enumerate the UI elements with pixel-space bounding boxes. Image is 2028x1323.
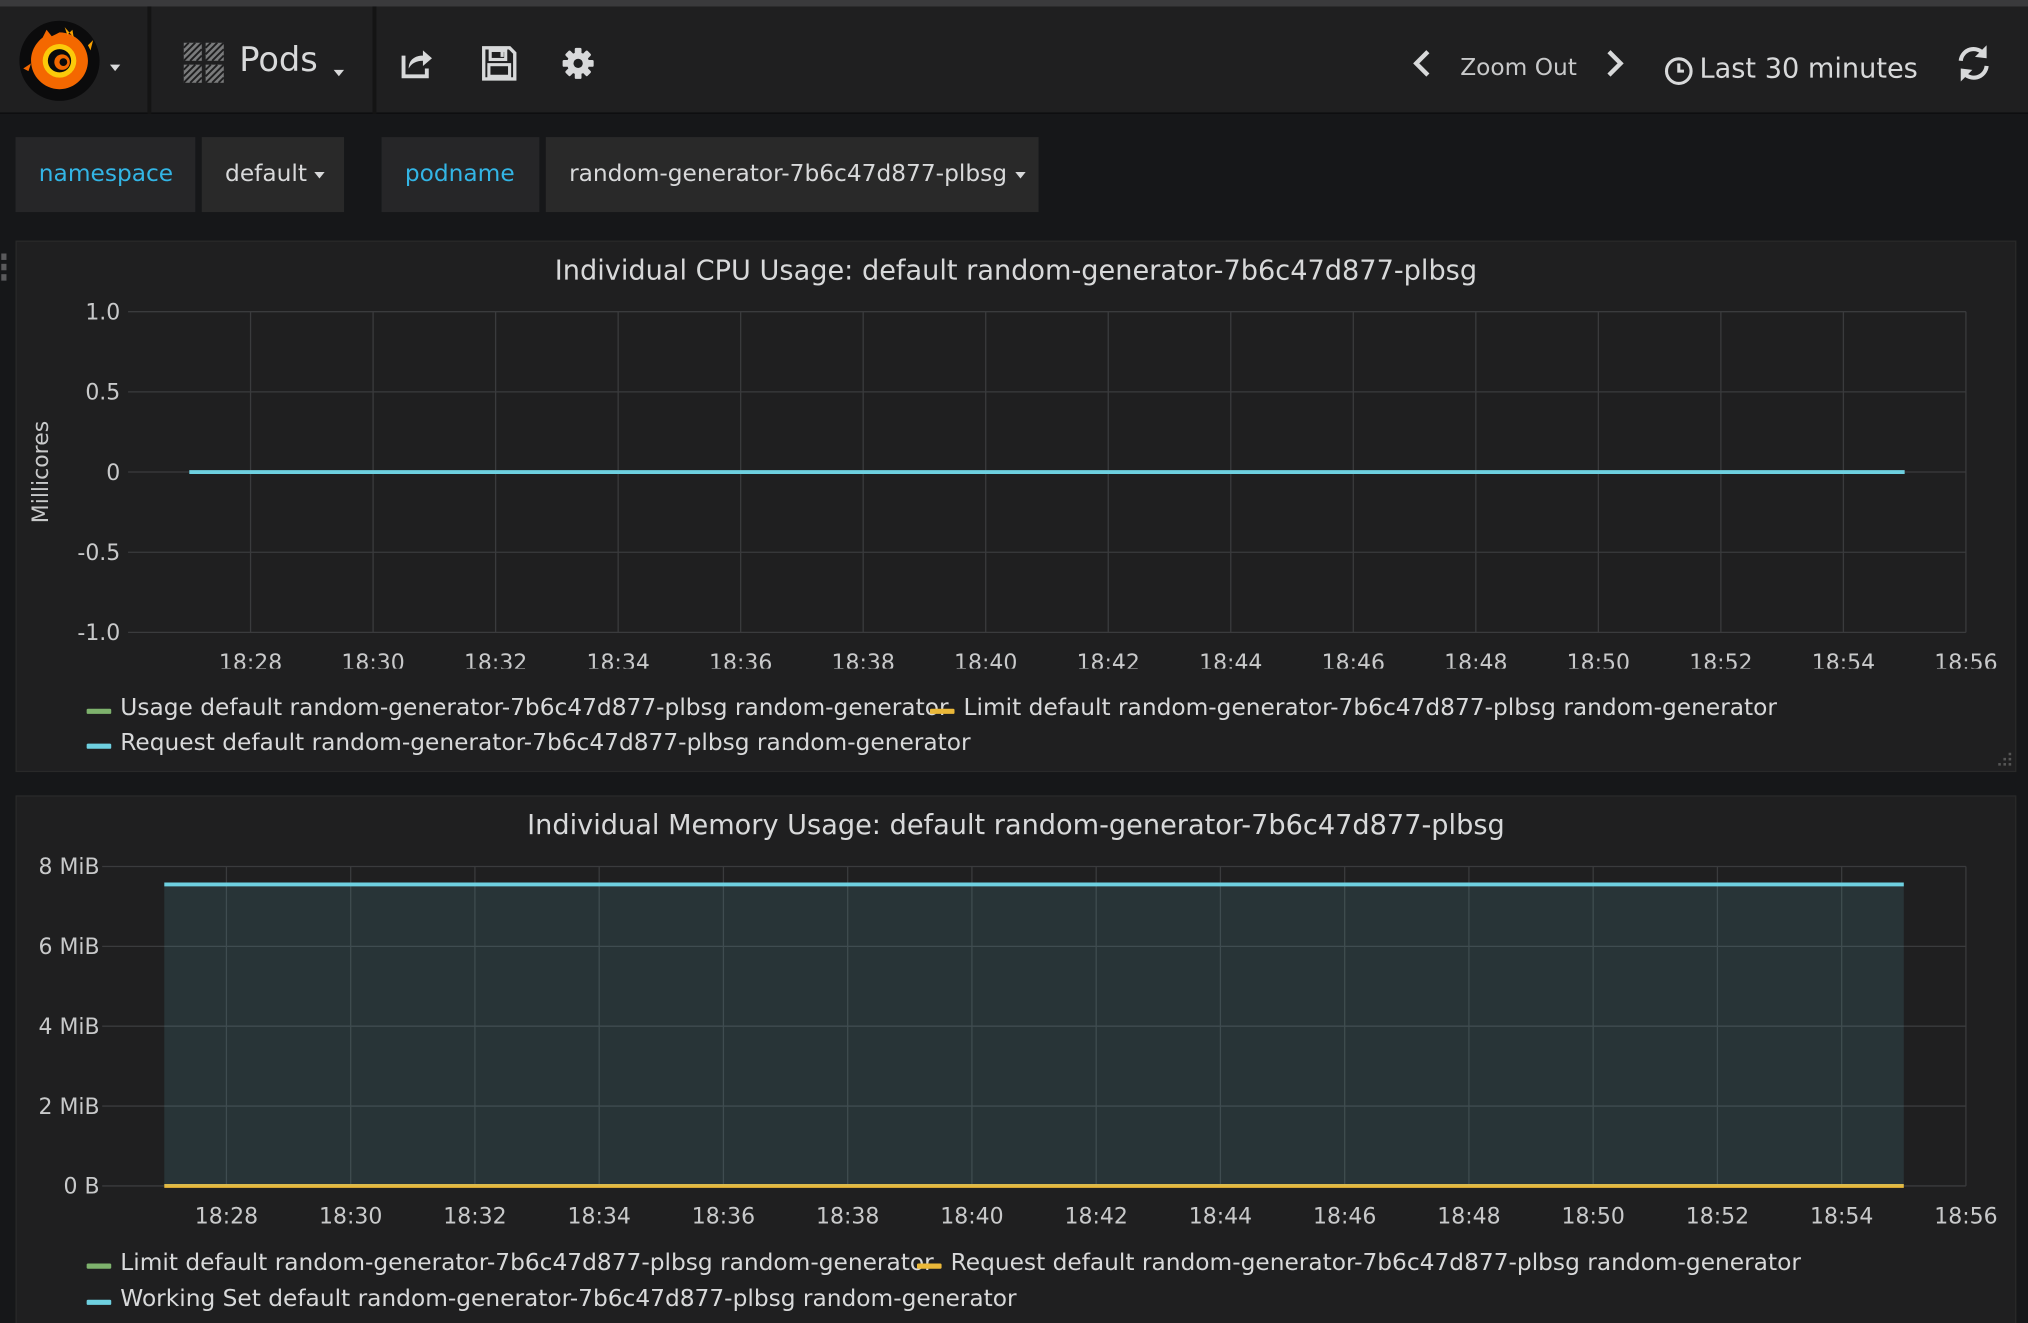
time-shift-forward-button[interactable]: [1599, 40, 1633, 87]
memory-usage-panel: Individual Memory Usage: default random-…: [15, 795, 2017, 1323]
legend-label: Working Set default random-generator-7b6…: [120, 1285, 1017, 1313]
y-tick-label: -1.0: [77, 621, 120, 646]
x-tick-label: 18:40: [940, 1204, 1003, 1229]
refresh-icon: [1958, 45, 1989, 82]
x-tick-label: 18:38: [816, 1204, 879, 1229]
x-tick-label: 18:30: [341, 651, 404, 669]
variable-label-namespace: namespace: [15, 137, 196, 213]
x-tick-label: 18:46: [1313, 1204, 1376, 1229]
chevron-right-icon: [1607, 50, 1624, 77]
y-tick-label: 6 MiB: [38, 935, 99, 960]
variable-select-namespace[interactable]: default: [201, 137, 345, 213]
x-tick-label: 18:56: [1934, 1204, 1997, 1229]
variable-select-podname[interactable]: random-generator-7b6c47d877-plbsg: [545, 137, 1039, 213]
dashboard-grid-icon: [183, 42, 225, 84]
clock-icon: [1664, 57, 1693, 85]
y-tick-label: 0.5: [85, 381, 120, 406]
legend-label: Limit default random-generator-7b6c47d87…: [963, 694, 1777, 722]
chevron-down-icon: [109, 64, 121, 72]
grafana-dashboard-page: Pods Zoom Out Last 30 minutes namespace …: [0, 0, 2028, 1323]
x-tick-label: 18:32: [464, 651, 527, 669]
x-tick-label: 18:30: [319, 1204, 382, 1229]
time-range-label: Last 30 minutes: [1699, 53, 1918, 85]
x-tick-label: 18:42: [1065, 1204, 1128, 1229]
settings-button[interactable]: [556, 40, 603, 87]
refresh-button[interactable]: [1950, 40, 1997, 87]
dashboard-title: Pods: [239, 41, 318, 81]
grafana-logo-icon: [19, 20, 100, 101]
legend-swatch: [86, 743, 112, 749]
navbar-divider: [147, 6, 152, 114]
x-tick-label: 18:38: [832, 651, 895, 669]
legend-swatch: [929, 708, 955, 714]
settings-icon: [562, 47, 594, 79]
row-drag-handle[interactable]: [0, 253, 8, 281]
legend-label: Usage default random-generator-7b6c47d87…: [120, 694, 949, 722]
legend-label: Request default random-generator-7b6c47d…: [120, 729, 971, 757]
zoom-out-button[interactable]: Zoom Out: [1460, 54, 1577, 81]
variable-value-podname: random-generator-7b6c47d877-plbsg: [569, 160, 1008, 188]
cpu-usage-chart: 1.0 0.5 0 -0.5 -1.0 18:28 18:30 18:32 18:34 18:36…: [29, 300, 1998, 669]
save-dashboard-button[interactable]: [476, 40, 523, 87]
legend-swatch: [86, 1263, 112, 1269]
series-area: [164, 884, 1904, 1186]
x-tick-label: 18:52: [1689, 651, 1752, 669]
panel-resize-handle[interactable]: [1997, 752, 2013, 769]
x-tick-label: 18:54: [1810, 1204, 1873, 1229]
x-tick-label: 18:56: [1934, 651, 1997, 669]
chevron-down-icon: [314, 171, 326, 178]
y-tick-label: 4 MiB: [38, 1015, 99, 1040]
y-axis-label: Millicores: [29, 421, 54, 523]
x-tick-label: 18:28: [195, 1204, 258, 1229]
y-tick-label: 0: [106, 461, 120, 486]
chevron-left-icon: [1413, 50, 1430, 77]
x-tick-label: 18:28: [219, 651, 282, 669]
variable-label-podname: podname: [381, 137, 540, 213]
x-tick-label: 18:34: [586, 651, 649, 669]
grafana-menu-button[interactable]: [16, 12, 145, 113]
cpu-usage-panel: Individual CPU Usage: default random-gen…: [15, 240, 2017, 773]
legend-swatch: [86, 708, 112, 714]
y-tick-label: 2 MiB: [38, 1095, 99, 1120]
legend-swatch: [86, 1299, 112, 1305]
legend-swatch: [916, 1263, 942, 1269]
x-tick-label: 18:40: [954, 651, 1017, 669]
x-tick-label: 18:44: [1199, 651, 1262, 669]
share-icon: [401, 50, 432, 79]
save-icon: [482, 46, 517, 81]
x-tick-label: 18:50: [1567, 651, 1630, 669]
x-tick-label: 18:42: [1077, 651, 1140, 669]
x-tick-label: 18:36: [692, 1204, 755, 1229]
y-tick-label: 8 MiB: [38, 855, 99, 880]
navbar-divider: [372, 6, 377, 114]
x-tick-label: 18:48: [1444, 651, 1507, 669]
x-tick-label: 18:34: [568, 1204, 631, 1229]
chevron-down-icon: [333, 69, 345, 77]
x-tick-label: 18:54: [1812, 651, 1875, 669]
x-tick-label: 18:46: [1322, 651, 1385, 669]
variable-value-namespace: default: [225, 160, 307, 188]
memory-usage-chart: 8 MiB 6 MiB 4 MiB 2 MiB 0 B 18:28 18:30 18:32 18…: [38, 855, 1997, 1229]
x-tick-label: 18:48: [1437, 1204, 1500, 1229]
chevron-down-icon: [1014, 171, 1026, 178]
y-tick-label: -0.5: [77, 541, 120, 566]
x-tick-label: 18:36: [709, 651, 772, 669]
x-tick-label: 18:44: [1189, 1204, 1252, 1229]
top-navbar: Pods Zoom Out Last 30 minutes: [0, 0, 2028, 114]
y-tick-label: 1.0: [85, 300, 120, 325]
y-tick-label: 0 B: [64, 1175, 100, 1200]
x-tick-label: 18:50: [1562, 1204, 1625, 1229]
x-tick-label: 18:52: [1686, 1204, 1749, 1229]
dashboard-picker[interactable]: Pods: [153, 6, 373, 113]
legend-label: Request default random-generator-7b6c47d…: [950, 1249, 1801, 1277]
x-tick-label: 18:32: [443, 1204, 506, 1229]
time-shift-back-button[interactable]: [1405, 40, 1439, 87]
share-button[interactable]: [393, 40, 440, 87]
legend-label: Limit default random-generator-7b6c47d87…: [120, 1249, 934, 1277]
